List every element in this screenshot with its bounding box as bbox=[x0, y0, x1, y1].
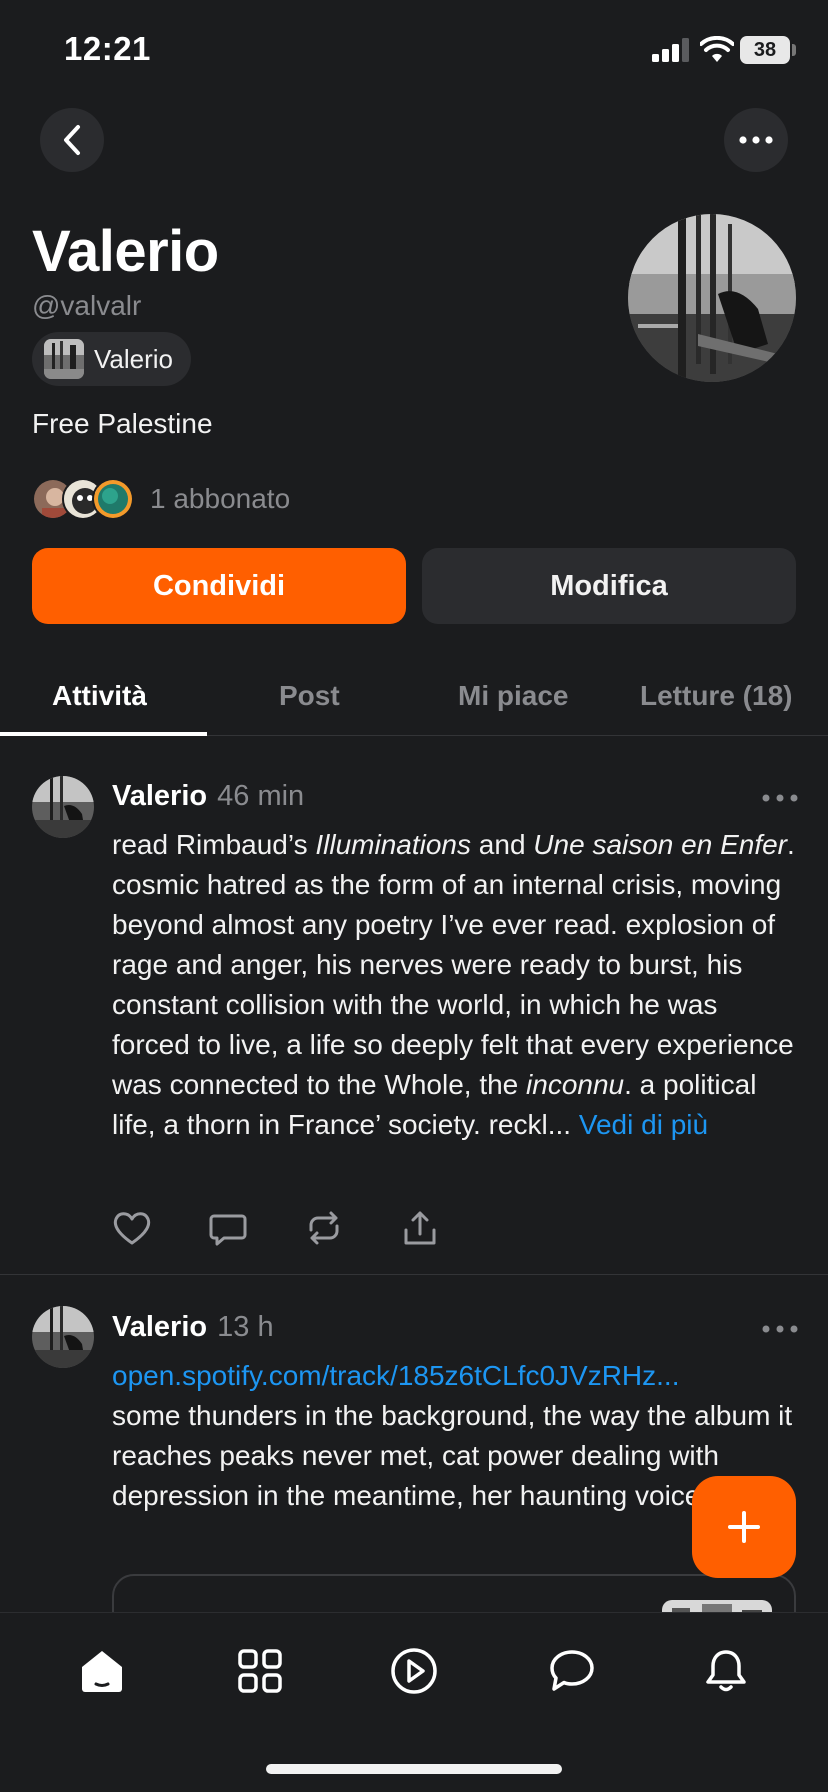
post-author[interactable]: Valerio 13 h bbox=[112, 1311, 274, 1344]
subscriber-avatar bbox=[92, 478, 134, 520]
post-author-avatar[interactable] bbox=[32, 776, 94, 838]
post-text: and bbox=[471, 829, 534, 860]
tab-likes[interactable]: Mi piace bbox=[458, 680, 568, 712]
comment-icon[interactable] bbox=[208, 1208, 248, 1248]
back-button[interactable] bbox=[40, 108, 104, 172]
spotify-link[interactable]: open.spotify.com/track/185z6tCLfc0JVzRHz… bbox=[112, 1356, 802, 1396]
nav-explore[interactable] bbox=[232, 1643, 288, 1699]
chat-icon bbox=[550, 1650, 594, 1691]
battery-tip bbox=[792, 44, 796, 56]
publication-name: Valerio bbox=[94, 343, 174, 374]
more-options-button[interactable] bbox=[724, 108, 788, 172]
home-icon bbox=[82, 1651, 122, 1692]
profile-bio: Free Palestine bbox=[32, 408, 213, 439]
profile-tabs: Attività Post Mi piace Letture (18) bbox=[0, 660, 828, 736]
post-author-name: Valerio bbox=[112, 1311, 208, 1343]
post-author[interactable]: Valerio 46 min bbox=[112, 780, 304, 813]
ellipsis-icon bbox=[739, 136, 773, 144]
nav-media[interactable] bbox=[386, 1643, 442, 1699]
tab-reads[interactable]: Letture (18) bbox=[640, 680, 792, 712]
restack-icon[interactable] bbox=[304, 1208, 344, 1248]
post-text: read Rimbaud’s bbox=[112, 829, 316, 860]
publication-chip[interactable]: Valerio bbox=[32, 332, 192, 386]
signal-icon bbox=[652, 38, 689, 62]
grid-icon bbox=[238, 1649, 282, 1693]
post-actions bbox=[112, 1208, 440, 1248]
chevron-left-icon bbox=[64, 125, 80, 155]
post-text-italic: Une saison en Enfer bbox=[533, 829, 788, 860]
post-time: 13 h bbox=[217, 1311, 274, 1343]
edit-profile-button[interactable]: Modifica bbox=[422, 548, 796, 624]
publication-thumbnail bbox=[44, 339, 84, 379]
tab-posts[interactable]: Post bbox=[279, 680, 340, 712]
bell-icon bbox=[706, 1650, 746, 1692]
post-time: 46 min bbox=[217, 780, 305, 812]
share-icon[interactable] bbox=[400, 1208, 440, 1248]
post-text-italic: inconnu bbox=[526, 1069, 625, 1100]
post-body[interactable]: read Rimbaud’s Illuminations and Une sai… bbox=[112, 825, 802, 1145]
see-more-link[interactable]: Vedi di più bbox=[579, 1109, 708, 1140]
nav-home[interactable] bbox=[74, 1643, 130, 1699]
battery-indicator: 38 bbox=[740, 36, 790, 64]
post-author-name: Valerio bbox=[112, 780, 208, 812]
post-more-icon[interactable] bbox=[760, 1323, 800, 1335]
post-divider bbox=[0, 1274, 828, 1275]
status-bar: 12:21 38 bbox=[0, 0, 828, 100]
tab-activity[interactable]: Attività bbox=[52, 680, 147, 712]
subscriber-count: 1 abbonato bbox=[150, 483, 291, 514]
nav-chat[interactable] bbox=[544, 1643, 600, 1699]
post-author-avatar[interactable] bbox=[32, 1306, 94, 1368]
share-button[interactable]: Condividi bbox=[32, 548, 406, 624]
play-icon bbox=[391, 1648, 437, 1694]
active-tab-indicator bbox=[0, 732, 207, 736]
status-time: 12:21 bbox=[64, 30, 151, 67]
subscribers-row[interactable]: 1 abbonato bbox=[32, 476, 290, 522]
post-text-italic: Illuminations bbox=[315, 829, 472, 860]
home-indicator bbox=[266, 1764, 562, 1774]
wifi-icon bbox=[700, 36, 734, 62]
heart-icon[interactable] bbox=[112, 1208, 152, 1248]
profile-handle: @valvalr bbox=[32, 290, 142, 321]
profile-name: Valerio bbox=[32, 219, 219, 284]
post-text: . cosmic hatred as the form of an intern… bbox=[112, 829, 795, 1100]
plus-icon bbox=[728, 1511, 760, 1543]
new-post-button[interactable] bbox=[692, 1476, 796, 1578]
profile-avatar[interactable] bbox=[628, 214, 796, 382]
post-more-icon[interactable] bbox=[760, 792, 800, 804]
nav-notifications[interactable] bbox=[698, 1643, 754, 1699]
